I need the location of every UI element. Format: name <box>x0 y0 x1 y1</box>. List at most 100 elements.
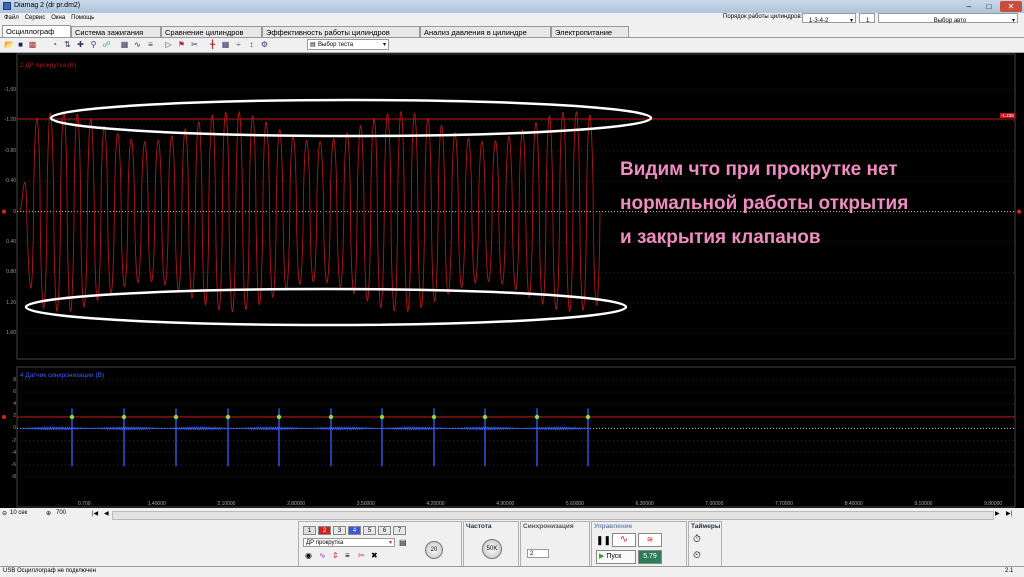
y-tick-label: 0.80 <box>6 269 16 276</box>
timer-icon[interactable]: ⏱ <box>693 534 701 545</box>
y-tick-label: -0.80 <box>4 147 16 154</box>
test-select[interactable]: ▤ Выбор теста ▾ <box>307 39 389 50</box>
tab-power[interactable]: Электропитание <box>551 26 629 37</box>
split-icon[interactable]: ÷ <box>234 40 243 49</box>
annotation-line: и закрытия клапанов <box>620 227 821 248</box>
toolbar: 📂 ■ ▩ ◔ ⇅ ✚ ⚲ ☍ ▦ ∿ ≡ ▷ ⚑ ✂ ╋ ▦ ÷ ↕ ⚙ ▤ … <box>0 38 1024 53</box>
zoom-in-icon[interactable]: ⊕ <box>46 510 51 517</box>
menu-help[interactable]: Помощь <box>71 15 94 21</box>
last-page-icon[interactable]: ▶| <box>1006 510 1012 517</box>
auto-select-dropdown[interactable]: Выбор авто ▾ <box>878 13 1018 24</box>
channel-button-1[interactable]: 1 <box>303 526 316 535</box>
tab-pressure-analysis[interactable]: Анализ давления в цилиндре <box>420 26 551 37</box>
channel-button-2[interactable]: 2 <box>318 526 331 535</box>
tab-ignition[interactable]: Система зажигания <box>71 26 161 37</box>
sync-marker <box>276 414 282 420</box>
x-tick-label: 4.90000 <box>496 501 515 507</box>
sync-channel-select[interactable]: 2 <box>527 549 549 558</box>
tab-cylinder-compare[interactable]: Сравнение цилиндров <box>161 26 262 37</box>
frequency-title: Частота <box>466 523 492 530</box>
menu-windows[interactable]: Окна <box>51 15 65 21</box>
channel-button-5[interactable]: 5 <box>363 526 376 535</box>
x-tick-label: 9.10000 <box>914 501 933 507</box>
maximize-button[interactable]: □ <box>980 1 998 12</box>
y-tick-label: 2 <box>13 413 16 420</box>
oscilloscope-plot[interactable]: 2 ДР прокрутка (В) 4 Датчик синхронизаци… <box>0 53 1024 508</box>
tools-icon[interactable]: ✂ <box>358 551 365 560</box>
zoom-out-icon[interactable]: ⊖ <box>2 510 7 517</box>
link-icon[interactable]: ☍ <box>102 40 111 49</box>
y-tick-label: 1.60 <box>6 330 16 337</box>
title-bar: Diamag 2 (dr pr.dm2) – □ ✕ <box>0 0 1024 13</box>
stack-icon[interactable]: ≡ <box>146 40 155 49</box>
prev-page-icon[interactable]: ◀ <box>104 510 109 517</box>
stopwatch-icon[interactable]: ⏲ <box>693 550 701 561</box>
channel-button-4[interactable]: 4 <box>348 526 361 535</box>
x-tick-label: 7.70000 <box>775 501 794 507</box>
frequency-knob[interactable]: 50K <box>482 539 502 559</box>
menu-service[interactable]: Сервис <box>25 15 46 21</box>
open-file-icon[interactable]: 📂 <box>4 40 14 49</box>
annotation-line: нормальной работы открытия <box>620 193 909 214</box>
plot-canvas[interactable] <box>0 53 1024 508</box>
rpm-display: 5.79 <box>638 550 662 564</box>
tab-oscilloscope[interactable]: Осциллограф <box>2 25 71 37</box>
headset-icon[interactable]: ◔ <box>50 40 59 49</box>
wave-icon[interactable]: ∿ <box>133 40 142 49</box>
channel-button-7[interactable]: 7 <box>393 526 406 535</box>
annotation-text: Видим что при прокрутке нет нормальной р… <box>620 153 908 255</box>
flag-icon[interactable]: ⚑ <box>177 40 186 49</box>
minimize-button[interactable]: – <box>960 1 978 12</box>
measure-icon[interactable]: ⇅ <box>63 40 72 49</box>
channel-button-6[interactable]: 6 <box>378 526 391 535</box>
crosshair-icon[interactable]: ╋ <box>208 40 217 49</box>
grid-icon[interactable]: ▦ <box>120 40 129 49</box>
y-tick-label: -8 <box>11 473 16 480</box>
sine-mode-icon[interactable]: ∿ <box>612 533 636 547</box>
marker-icon[interactable]: ▷ <box>164 40 173 49</box>
print-icon[interactable]: ▩ <box>28 40 37 49</box>
timers-title: Таймеры <box>691 523 721 530</box>
channel-button-3[interactable]: 3 <box>333 526 346 535</box>
cylinder-count-stepper[interactable]: 1 <box>859 13 875 24</box>
save-channel-icon[interactable]: ▤ <box>399 538 407 547</box>
horizontal-scrollbar[interactable] <box>112 511 994 520</box>
highlight-ellipse-top <box>49 98 653 138</box>
y-tick-label: -1.60 <box>4 87 16 93</box>
range-knob[interactable]: 20 <box>425 541 443 559</box>
arrows-icon[interactable]: ↕ <box>247 40 256 49</box>
x-tick-label: 7.00000 <box>705 501 724 507</box>
save-icon[interactable]: ■ <box>16 40 25 49</box>
y-tick-label: 1.20 <box>6 299 16 306</box>
play-icon: ▶ <box>599 553 605 560</box>
updown-icon[interactable]: ⇕ <box>332 551 339 560</box>
y-tick-label: -1.20 <box>4 117 16 124</box>
highlight-ellipse-bottom <box>24 287 628 327</box>
eye-icon[interactable]: ◉ <box>305 551 312 560</box>
signal-icon[interactable]: ∿ <box>319 551 326 560</box>
x-tick-label: 4.20000 <box>426 501 445 507</box>
channel-name-select[interactable]: ДР прокрутка ▾ <box>303 538 395 547</box>
x-tick-label: 2.10000 <box>217 501 236 507</box>
noise-mode-icon[interactable]: ≋ <box>638 533 662 547</box>
zoom-icon[interactable]: ⚲ <box>89 40 98 49</box>
next-page-icon[interactable]: ▶ <box>995 510 1000 517</box>
time-base-value[interactable]: 10 сек <box>10 510 27 516</box>
sync-marker <box>225 414 231 420</box>
points-value[interactable]: 700 <box>56 510 66 516</box>
cylinder-order-select[interactable]: 1-3-4-2 ▾ <box>802 13 856 24</box>
tab-cylinder-efficiency[interactable]: Эффективность работы цилиндров <box>262 26 420 37</box>
list-icon[interactable]: ≡ <box>345 551 350 560</box>
menu-file[interactable]: Файл <box>4 15 19 21</box>
cursor-icon[interactable]: ✚ <box>76 40 85 49</box>
start-button[interactable]: ▶ Пуск <box>596 550 636 564</box>
scissors-icon[interactable]: ✂ <box>190 40 199 49</box>
channel-group: 1 2 3 4 5 6 7 ДР прокрутка ▾ ▤ ◉ ∿ ⇕ ≡ ✂… <box>298 521 462 568</box>
table-icon[interactable]: ▦ <box>221 40 230 49</box>
close-button[interactable]: ✕ <box>1000 1 1022 12</box>
first-page-icon[interactable]: |◀ <box>92 510 98 517</box>
scissors-icon[interactable]: ✖ <box>371 551 378 560</box>
settings-icon[interactable]: ⚙ <box>260 40 269 49</box>
pause-icon[interactable]: ❚❚ <box>596 535 611 546</box>
connection-status: USB Осциллограф не подключен <box>3 568 96 574</box>
